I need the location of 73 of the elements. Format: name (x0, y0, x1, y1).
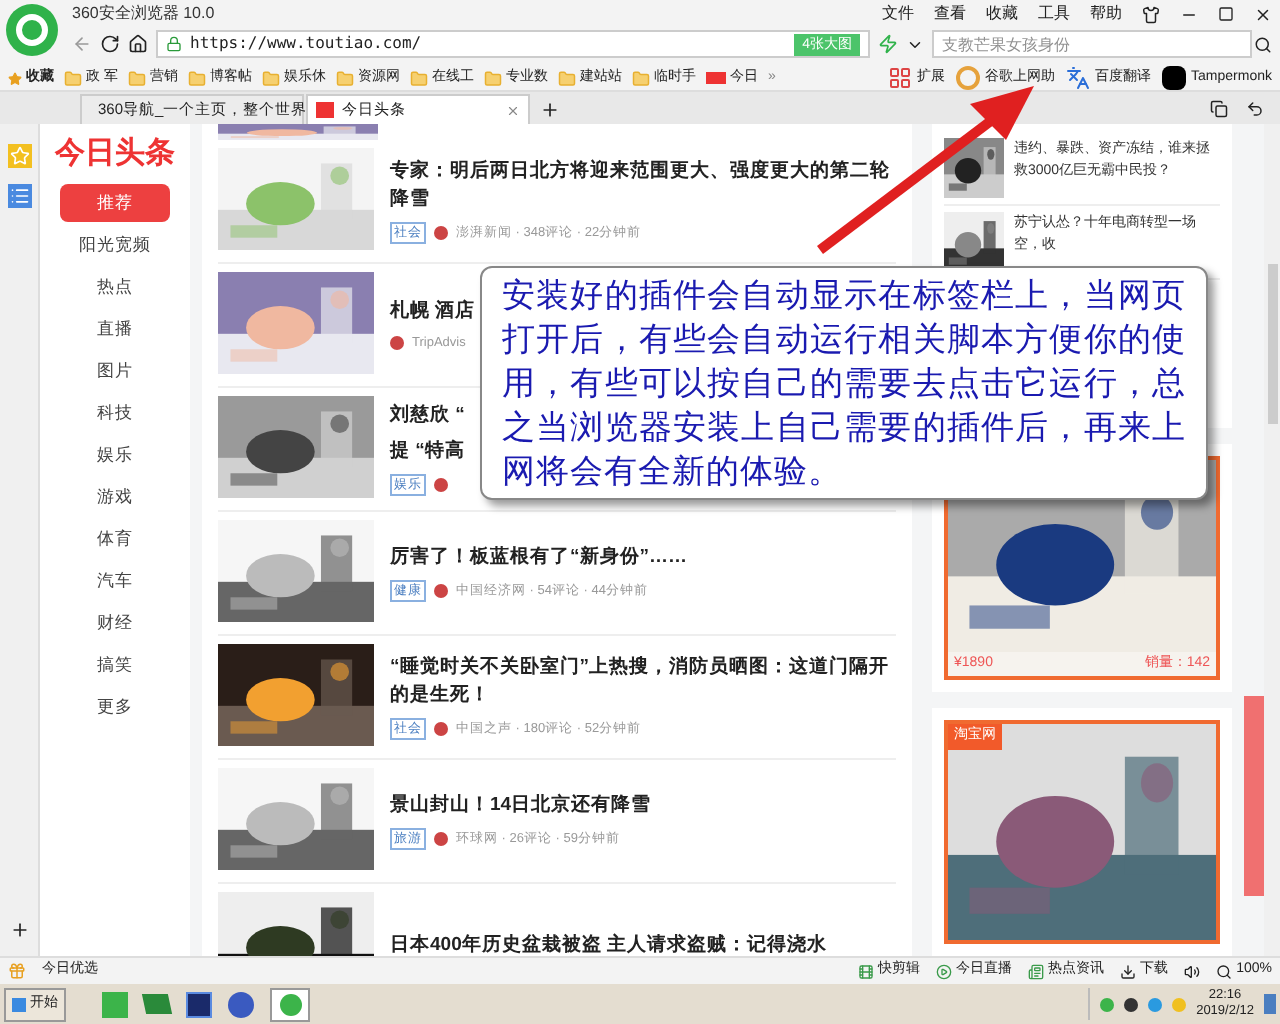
channel-item[interactable]: 体育 (60, 519, 170, 557)
channel-item[interactable]: 图片 (60, 351, 170, 389)
article-title[interactable]: 提 “特高 (390, 437, 465, 466)
channel-item[interactable]: 热点 (60, 267, 170, 305)
menu-item[interactable]: 收藏 (986, 2, 1018, 26)
source-avatar-icon (434, 226, 448, 240)
folder-icon (187, 69, 206, 87)
search-icon[interactable] (1254, 35, 1272, 53)
source-avatar-icon (434, 478, 448, 492)
maximize-icon[interactable] (1218, 6, 1234, 22)
channel-item[interactable]: 汽车 (60, 561, 170, 599)
home-icon[interactable] (128, 34, 148, 54)
folder-icon (64, 69, 82, 87)
channel-item[interactable]: 科技 (60, 393, 170, 431)
add-icon[interactable] (9, 920, 29, 940)
channel-item[interactable]: 财经 (60, 603, 170, 641)
star-icon[interactable] (8, 71, 22, 85)
play-icon[interactable] (936, 963, 953, 979)
undo-icon[interactable] (1246, 100, 1264, 118)
lock-icon (166, 36, 182, 52)
folder-icon (261, 69, 280, 87)
search-field[interactable]: 支教芒果女孩身份 (932, 30, 1252, 58)
skin-icon[interactable] (1142, 5, 1160, 23)
film-icon[interactable] (858, 963, 875, 979)
app-icon[interactable] (186, 991, 212, 1017)
channel-item[interactable]: 阳光宽频 (60, 225, 170, 263)
channel-item[interactable]: 推荐 (60, 183, 170, 221)
channel-item[interactable]: 娱乐 (60, 435, 170, 473)
browser-logo-icon (279, 993, 301, 1015)
menu-item[interactable]: 查看 (934, 2, 966, 26)
site-logo: 今日头条 (55, 134, 175, 174)
folder-icon (409, 69, 428, 87)
channel-item[interactable]: 更多 (60, 687, 170, 725)
source-avatar-icon (434, 722, 448, 736)
newspaper-icon[interactable] (1028, 963, 1045, 979)
new-tab-icon[interactable] (540, 100, 560, 120)
list-icon[interactable] (7, 184, 31, 208)
grid-icon (887, 66, 912, 90)
folder-icon (335, 69, 354, 87)
folder-icon (631, 69, 650, 87)
app-icon[interactable] (228, 991, 254, 1017)
folder-icon (557, 69, 576, 87)
site-icon (705, 72, 726, 84)
channel-item[interactable]: 搞笑 (60, 645, 170, 683)
site-icon (316, 102, 334, 118)
menu-item[interactable]: 帮助 (1090, 2, 1122, 26)
article-title[interactable]: 日本400年历史盆栽被盗 主人请求盗贼：记得浇水 (390, 931, 827, 956)
source-avatar-icon (434, 584, 448, 598)
article-title[interactable]: 刘慈欣 “ (390, 401, 465, 430)
folder-icon (127, 69, 146, 87)
close-icon[interactable] (1254, 5, 1272, 23)
zoom-icon[interactable] (1216, 963, 1233, 979)
lightning-icon[interactable] (878, 34, 898, 54)
article-title[interactable]: 景山封山！14日北京还有降雪 (390, 791, 652, 820)
article-title[interactable]: “睡觉时关不关卧室门”上热搜，消防员晒图：这道门隔开的是生死！ (390, 653, 896, 710)
article-title[interactable]: 专家：明后两日北方将迎来范围更大、强度更大的第二轮降雪 (390, 157, 896, 214)
folder-icon (483, 69, 502, 87)
window-title: 360安全浏览器 10.0 (72, 2, 215, 26)
download-icon[interactable] (1120, 963, 1137, 979)
menu-item[interactable]: 文件 (882, 2, 914, 26)
channel-item[interactable]: 游戏 (60, 477, 170, 515)
refresh-icon[interactable] (100, 34, 120, 54)
channel-item[interactable]: 直播 (60, 309, 170, 347)
tab-list-icon[interactable] (1210, 100, 1228, 118)
article-title[interactable]: 札幌 酒店 (390, 297, 476, 326)
sound-icon[interactable] (1184, 963, 1201, 979)
article-title[interactable]: 厉害了！板蓝根有了“新身份”…… (390, 543, 687, 572)
source-avatar-icon (434, 832, 448, 846)
menu-item[interactable]: 工具 (1038, 2, 1070, 26)
translate-icon (1065, 66, 1090, 90)
source-avatar-icon (390, 336, 404, 350)
windows-logo-icon (12, 997, 26, 1011)
back-icon[interactable] (72, 34, 92, 54)
